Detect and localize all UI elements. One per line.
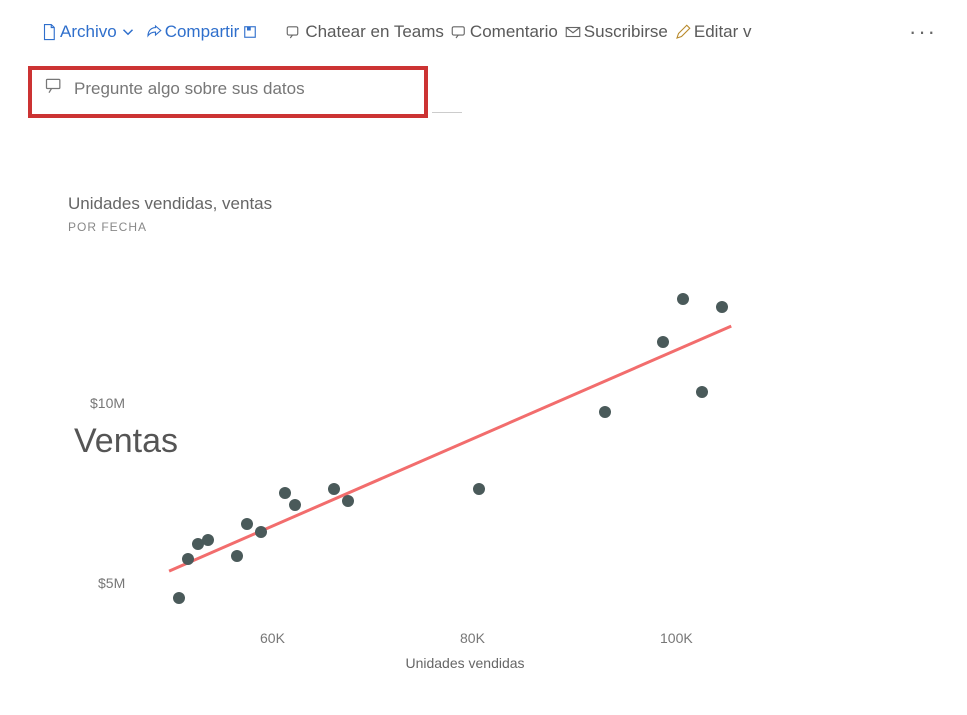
chart-subtitle: POR FECHA bbox=[50, 214, 820, 234]
mail-icon bbox=[564, 23, 582, 41]
x-axis-label: Unidades vendidas bbox=[385, 655, 545, 671]
scatter-plot[interactable]: $10M $5M 60K 80K 100K Unidades vendidas bbox=[140, 250, 790, 650]
comment-label: Comentario bbox=[470, 22, 558, 42]
data-point bbox=[289, 499, 301, 511]
edit-button[interactable]: Editar v bbox=[674, 22, 752, 42]
data-point bbox=[231, 550, 243, 562]
y-tick-10m: $10M bbox=[90, 395, 125, 411]
share-button[interactable]: Compartir bbox=[145, 22, 262, 42]
trend-line bbox=[169, 326, 731, 571]
comment-icon bbox=[450, 23, 468, 41]
share-label: Compartir bbox=[165, 22, 240, 42]
chart-title: Unidades vendidas, ventas bbox=[50, 170, 820, 214]
data-point bbox=[328, 483, 340, 495]
file-menu[interactable]: Archivo bbox=[40, 22, 139, 42]
toolbar: Archivo Compartir Chatear en Teams Comen… bbox=[0, 0, 967, 56]
qna-placeholder: Pregunte algo sobre sus datos bbox=[74, 79, 305, 99]
data-point bbox=[657, 336, 669, 348]
chevron-down-icon bbox=[119, 23, 137, 41]
page-icon bbox=[40, 23, 58, 41]
data-point bbox=[182, 553, 194, 565]
data-point bbox=[255, 526, 267, 538]
chart-card: Unidades vendidas, ventas POR FECHA Vent… bbox=[50, 170, 820, 700]
data-point bbox=[173, 592, 185, 604]
pencil-icon bbox=[674, 23, 692, 41]
chat-bubble-icon bbox=[44, 76, 64, 101]
qna-input[interactable]: Pregunte algo sobre sus datos bbox=[44, 76, 305, 101]
data-point bbox=[241, 518, 253, 530]
data-point bbox=[716, 301, 728, 313]
data-point bbox=[599, 406, 611, 418]
subscribe-label: Suscribirse bbox=[584, 22, 668, 42]
teams-icon bbox=[285, 23, 303, 41]
share-icon bbox=[145, 23, 163, 41]
more-button[interactable]: ··· bbox=[909, 19, 937, 45]
data-point bbox=[342, 495, 354, 507]
qna-row: Pregunte algo sobre sus datos bbox=[0, 66, 967, 124]
subscribe-button[interactable]: Suscribirse bbox=[564, 22, 668, 42]
data-point bbox=[473, 483, 485, 495]
teams-label: Chatear en Teams bbox=[305, 22, 444, 42]
data-point bbox=[279, 487, 291, 499]
data-point bbox=[677, 293, 689, 305]
qna-underline bbox=[432, 112, 462, 113]
file-label: Archivo bbox=[60, 22, 117, 42]
comment-button[interactable]: Comentario bbox=[450, 22, 558, 42]
edit-label: Editar v bbox=[694, 22, 752, 42]
save-small-icon bbox=[241, 23, 259, 41]
data-point bbox=[202, 534, 214, 546]
data-point bbox=[696, 386, 708, 398]
teams-button[interactable]: Chatear en Teams bbox=[285, 22, 444, 42]
y-tick-5m: $5M bbox=[98, 575, 125, 591]
